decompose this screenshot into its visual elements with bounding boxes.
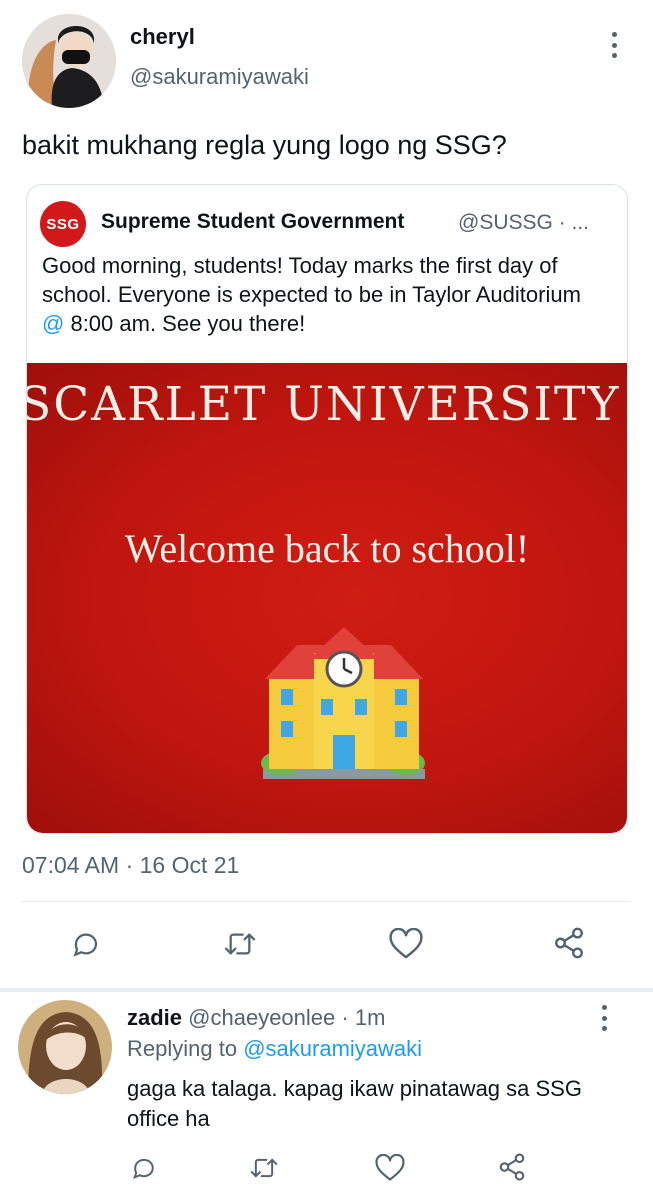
quoted-text: Good morning, students! Today marks the … <box>42 251 608 338</box>
tweet-timestamp[interactable]: 07:04 AM · 16 Oct 21 <box>22 852 239 879</box>
author-display-name[interactable]: cheryl <box>130 24 195 50</box>
replying-to-prefix: Replying to <box>127 1036 238 1061</box>
quoted-tweet-card[interactable]: SSG Supreme Student Government @SUSSG · … <box>26 184 628 834</box>
reply-avatar-image <box>18 1000 112 1094</box>
reply-header: zadie @chaeyeonlee · 1m <box>127 1005 385 1031</box>
reply-reply-icon[interactable] <box>130 1154 158 1182</box>
replying-to-link[interactable]: @sakuramiyawaki <box>243 1036 422 1061</box>
author-handle[interactable]: @sakuramiyawaki <box>130 64 309 90</box>
quoted-handle[interactable]: @SUSSG · ... <box>458 211 589 235</box>
tweet-text: bakit mukhang regla yung logo ng SSG? <box>22 130 507 160</box>
reply-retweet-icon[interactable] <box>248 1154 280 1182</box>
image-subline: Welcome back to school! <box>124 526 530 571</box>
section-divider <box>0 988 653 992</box>
mention-link[interactable]: @ <box>42 311 64 336</box>
quoted-image[interactable]: SCARLET UNIVERSITY Welcome back to schoo… <box>27 363 627 833</box>
more-vertical-icon[interactable] <box>611 32 617 58</box>
quoted-text-part1: Good morning, students! Today marks the … <box>42 253 581 307</box>
replying-to-line: Replying to @sakuramiyawaki <box>127 1036 422 1062</box>
reply-icon[interactable] <box>70 928 102 960</box>
reply-display-name[interactable]: zadie <box>127 1005 182 1030</box>
author-avatar[interactable] <box>22 14 116 108</box>
reply-handle[interactable]: @chaeyeonlee <box>188 1005 335 1030</box>
reply-like-icon[interactable] <box>374 1154 406 1182</box>
divider-top <box>22 901 631 902</box>
school-building-icon <box>261 627 425 779</box>
image-headline: SCARLET UNIVERSITY <box>27 377 621 432</box>
like-icon[interactable] <box>388 928 424 960</box>
ssg-logo-text: SSG <box>46 215 80 233</box>
quoted-display-name[interactable]: Supreme Student Government <box>101 210 404 234</box>
reply-more-vertical-icon[interactable] <box>601 1005 607 1031</box>
reply-time[interactable]: · 1m <box>341 1005 385 1030</box>
reply-share-icon[interactable] <box>497 1152 527 1182</box>
reply-avatar[interactable] <box>18 1000 112 1094</box>
share-icon[interactable] <box>552 926 586 960</box>
author-avatar-image <box>22 14 116 108</box>
quoted-text-part2: 8:00 am. See you there! <box>64 311 306 336</box>
reply-text: gaga ka talaga. kapag ikaw pinatawag sa … <box>127 1076 582 1131</box>
ssg-logo: SSG <box>40 201 86 247</box>
retweet-icon[interactable] <box>222 928 258 960</box>
